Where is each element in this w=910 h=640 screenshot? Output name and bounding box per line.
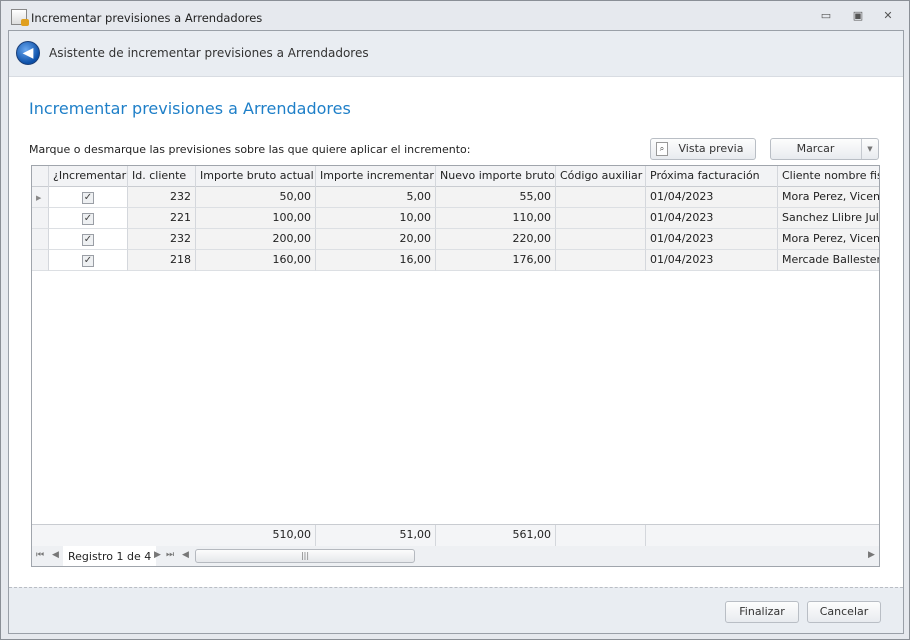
- incrementar-checkbox-cell[interactable]: ✓: [49, 229, 128, 250]
- cell-fecha: 01/04/2023: [646, 208, 778, 229]
- column-header[interactable]: ¿Incrementar?: [49, 166, 128, 187]
- preview-button[interactable]: ⌕ Vista previa: [650, 138, 756, 160]
- cell-actual: 160,00: [196, 250, 316, 271]
- prev-record-icon[interactable]: ◀: [52, 550, 59, 560]
- table-row[interactable]: ▶ ✓ 232 50,00 5,00 55,00 01/04/2023 Mora Perez,…: [32, 187, 879, 208]
- row-indicator-header: [32, 166, 49, 187]
- cell-inc: 16,00: [316, 250, 436, 271]
- cell-id: 232: [128, 229, 196, 250]
- cell-aux: [556, 187, 646, 208]
- grid-navigator: ⏮ ◀ Registro 1 de 4 ▶ ⏭ ◀ ||| ▶: [32, 546, 879, 566]
- instruction-label: Marque o desmarque las previsiones sobre…: [29, 143, 471, 156]
- last-record-icon[interactable]: ⏭: [166, 550, 174, 560]
- cell-id: 218: [128, 250, 196, 271]
- app-icon: [11, 9, 29, 26]
- current-row-icon: ▶: [36, 194, 42, 202]
- incrementar-checkbox-cell[interactable]: ✓: [49, 250, 128, 271]
- wizard-header: ◀ Asistente de incrementar previsiones a…: [9, 31, 903, 77]
- preview-icon: ⌕: [656, 142, 668, 156]
- cell-fecha: 01/04/2023: [646, 250, 778, 271]
- cell-aux: [556, 208, 646, 229]
- cell-cliente: Sanchez Llibre Julian: [778, 208, 879, 229]
- checkbox[interactable]: ✓: [82, 213, 94, 225]
- cell-actual: 200,00: [196, 229, 316, 250]
- column-header[interactable]: Id. cliente: [128, 166, 196, 187]
- wizard-title: Asistente de incrementar previsiones a A…: [49, 46, 369, 60]
- table-row[interactable]: ✓ 221 100,00 10,00 110,00 01/04/2023 Sanchez L…: [32, 208, 879, 229]
- wizard-footer: Finalizar Cancelar: [9, 587, 903, 633]
- finish-button[interactable]: Finalizar: [725, 601, 799, 623]
- totals-row: 510,00 51,00 561,00: [32, 524, 879, 546]
- row-indicator[interactable]: [32, 250, 49, 271]
- cell-id: 221: [128, 208, 196, 229]
- minimize-button[interactable]: ▭: [819, 10, 833, 22]
- total-empty: [556, 525, 646, 546]
- first-record-icon[interactable]: ⏮: [36, 550, 44, 560]
- row-indicator[interactable]: ▶: [32, 187, 49, 208]
- cell-cliente: Mora Perez, Vicente: [778, 229, 879, 250]
- cell-cliente: Mora Perez, Vicente: [778, 187, 879, 208]
- column-header[interactable]: Importe incrementar: [316, 166, 436, 187]
- scroll-left-icon[interactable]: ◀: [182, 550, 189, 560]
- window-title: Incrementar previsiones a Arrendadores: [31, 11, 263, 25]
- cell-actual: 100,00: [196, 208, 316, 229]
- cancel-button[interactable]: Cancelar: [807, 601, 881, 623]
- maximize-button[interactable]: ▣: [851, 10, 865, 22]
- incrementar-checkbox-cell[interactable]: ✓: [49, 208, 128, 229]
- row-indicator[interactable]: [32, 229, 49, 250]
- checkbox[interactable]: ✓: [82, 234, 94, 246]
- chevron-down-icon[interactable]: ▼: [861, 139, 878, 159]
- column-header[interactable]: Cliente nombre fiscal: [778, 166, 879, 187]
- total-inc: 51,00: [316, 525, 436, 546]
- title-bar: Incrementar previsiones a Arrendadores ▭…: [1, 1, 909, 31]
- previsiones-grid: ¿Incrementar? Id. cliente Importe bruto ac…: [31, 165, 880, 567]
- cell-cliente: Mercade Ballesteros,: [778, 250, 879, 271]
- wizard-panel: ◀ Asistente de incrementar previsiones a…: [8, 30, 904, 634]
- cell-aux: [556, 229, 646, 250]
- record-counter: Registro 1 de 4: [63, 546, 157, 566]
- column-header[interactable]: Próxima facturación: [646, 166, 778, 187]
- page-title: Incrementar previsiones a Arrendadores: [29, 99, 351, 118]
- cell-inc: 20,00: [316, 229, 436, 250]
- table-row[interactable]: ✓ 232 200,00 20,00 220,00 01/04/2023 Mora Pere…: [32, 229, 879, 250]
- close-button[interactable]: ✕: [881, 10, 895, 22]
- cell-nuevo: 55,00: [436, 187, 556, 208]
- scroll-right-icon[interactable]: ▶: [868, 550, 875, 560]
- horizontal-scrollbar-thumb[interactable]: |||: [195, 549, 415, 563]
- window: Incrementar previsiones a Arrendadores ▭…: [0, 0, 910, 640]
- back-arrow-icon[interactable]: ◀: [16, 41, 40, 65]
- incrementar-checkbox-cell[interactable]: ✓: [49, 187, 128, 208]
- next-record-icon[interactable]: ▶: [154, 550, 161, 560]
- cell-fecha: 01/04/2023: [646, 229, 778, 250]
- cell-nuevo: 220,00: [436, 229, 556, 250]
- cell-nuevo: 110,00: [436, 208, 556, 229]
- column-header[interactable]: Nuevo importe bruto: [436, 166, 556, 187]
- total-nuevo: 561,00: [436, 525, 556, 546]
- table-row[interactable]: ✓ 218 160,00 16,00 176,00 01/04/2023 Mercade B…: [32, 250, 879, 271]
- cell-fecha: 01/04/2023: [646, 187, 778, 208]
- mark-button[interactable]: Marcar ▼: [770, 138, 879, 160]
- column-header[interactable]: Código auxiliar: [556, 166, 646, 187]
- row-indicator[interactable]: [32, 208, 49, 229]
- column-header[interactable]: Importe bruto actual: [196, 166, 316, 187]
- checkbox[interactable]: ✓: [82, 192, 94, 204]
- checkbox[interactable]: ✓: [82, 255, 94, 267]
- cell-actual: 50,00: [196, 187, 316, 208]
- grid-header: ¿Incrementar? Id. cliente Importe bruto ac…: [32, 166, 879, 187]
- cell-aux: [556, 250, 646, 271]
- cell-id: 232: [128, 187, 196, 208]
- total-actual: 510,00: [196, 525, 316, 546]
- cell-nuevo: 176,00: [436, 250, 556, 271]
- cell-inc: 10,00: [316, 208, 436, 229]
- cell-inc: 5,00: [316, 187, 436, 208]
